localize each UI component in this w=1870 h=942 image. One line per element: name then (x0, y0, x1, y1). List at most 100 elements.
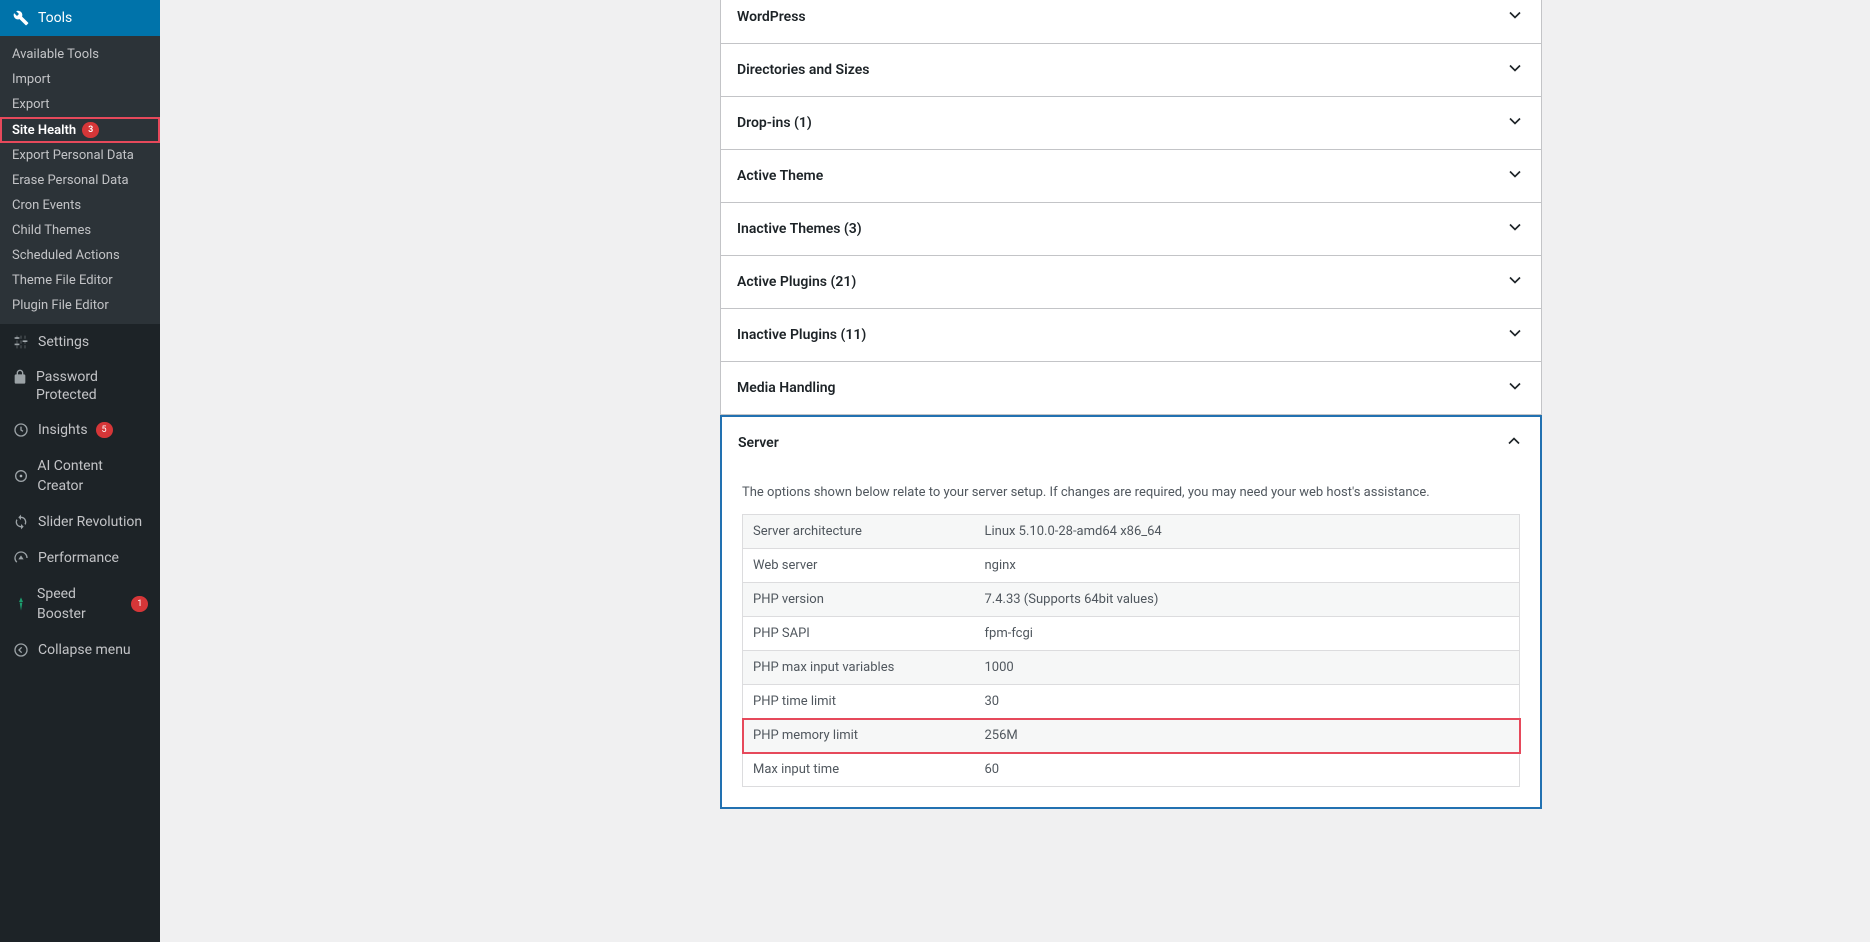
sidebar-item-plugin-editor[interactable]: Plugin File Editor (0, 293, 160, 318)
panel-body-server: The options shown below relate to your s… (722, 469, 1540, 807)
panel-toggle-dropins[interactable]: Drop-ins (1) (721, 97, 1541, 149)
table-row: PHP SAPI fpm-fcgi (743, 617, 1520, 651)
sidebar-item-theme-editor[interactable]: Theme File Editor (0, 268, 160, 293)
panel-toggle-directories[interactable]: Directories and Sizes (721, 44, 1541, 96)
table-row: PHP version 7.4.33 (Supports 64bit value… (743, 583, 1520, 617)
rocket-icon (12, 595, 29, 613)
sidebar-item-cron[interactable]: Cron Events (0, 193, 160, 218)
row-label: PHP memory limit (743, 719, 975, 753)
panel-inactive-themes: Inactive Themes (3) (720, 203, 1542, 256)
panel-active-theme: Active Theme (720, 150, 1542, 203)
sidebar-item-label: Collapse menu (38, 640, 131, 660)
row-label: Max input time (743, 753, 975, 787)
row-value: 1000 (975, 651, 1520, 685)
row-value: Linux 5.10.0-28-amd64 x86_64 (975, 515, 1520, 549)
row-value: nginx (975, 549, 1520, 583)
sidebar-item-export-personal[interactable]: Export Personal Data (0, 143, 160, 168)
panel-title: Server (738, 435, 779, 451)
target-icon (12, 467, 29, 485)
panel-toggle-inactive-plugins[interactable]: Inactive Plugins (11) (721, 309, 1541, 361)
panel-inactive-plugins: Inactive Plugins (11) (720, 309, 1542, 362)
panel-title: WordPress (737, 9, 806, 25)
chevron-down-icon (1505, 217, 1525, 241)
sidebar-item-label: Performance (38, 548, 119, 568)
wrench-icon (12, 9, 30, 27)
panel-media-handling: Media Handling (720, 362, 1542, 415)
panel-title: Inactive Themes (3) (737, 221, 862, 237)
panel-server: Server The options shown below relate to… (720, 415, 1542, 809)
chevron-down-icon (1505, 164, 1525, 188)
sidebar-item-label: Password Protected (36, 368, 148, 404)
sidebar-item-available-tools[interactable]: Available Tools (0, 42, 160, 67)
row-value: 30 (975, 685, 1520, 719)
table-row: PHP max input variables 1000 (743, 651, 1520, 685)
panel-title: Drop-ins (1) (737, 115, 812, 131)
sidebar-item-insights[interactable]: Insights 5 (0, 412, 160, 448)
sidebar-item-label: Slider Revolution (38, 512, 142, 532)
panel-active-plugins: Active Plugins (21) (720, 256, 1542, 309)
admin-sidebar: Tools Available Tools Import Export Site… (0, 0, 160, 942)
insights-icon (12, 421, 30, 439)
sidebar-item-label: Settings (38, 332, 89, 352)
chevron-down-icon (1505, 58, 1525, 82)
panel-title: Inactive Plugins (11) (737, 327, 866, 343)
sliders-icon (12, 333, 30, 351)
sidebar-item-tools[interactable]: Tools (0, 0, 160, 36)
panel-toggle-media[interactable]: Media Handling (721, 362, 1541, 414)
sidebar-item-speed-booster[interactable]: Speed Booster 1 (0, 576, 160, 632)
row-value: 256M (975, 719, 1520, 753)
main-content: WordPress Directories and Sizes Drop-ins… (160, 0, 1870, 942)
sidebar-item-ai-content[interactable]: AI Content Creator (0, 448, 160, 504)
panel-title: Active Theme (737, 168, 823, 184)
sidebar-item-site-health[interactable]: Site Health 3 (0, 117, 160, 143)
panel-toggle-server[interactable]: Server (722, 417, 1540, 469)
panel-toggle-inactive-themes[interactable]: Inactive Themes (3) (721, 203, 1541, 255)
sidebar-item-import[interactable]: Import (0, 67, 160, 92)
row-label: PHP version (743, 583, 975, 617)
count-badge: 3 (82, 122, 99, 138)
chevron-down-icon (1505, 5, 1525, 29)
row-label: Server architecture (743, 515, 975, 549)
sidebar-item-label: Insights (38, 420, 88, 440)
sidebar-item-scheduled[interactable]: Scheduled Actions (0, 243, 160, 268)
panel-toggle-active-plugins[interactable]: Active Plugins (21) (721, 256, 1541, 308)
sidebar-item-settings[interactable]: Settings (0, 324, 160, 360)
count-badge: 1 (131, 596, 148, 612)
panel-title: Active Plugins (21) (737, 274, 856, 290)
sidebar-item-label: Site Health (12, 123, 76, 138)
table-row: PHP time limit 30 (743, 685, 1520, 719)
panel-toggle-active-theme[interactable]: Active Theme (721, 150, 1541, 202)
row-label: Web server (743, 549, 975, 583)
gauge-icon (12, 549, 30, 567)
row-value: fpm-fcgi (975, 617, 1520, 651)
sidebar-item-slider-revolution[interactable]: Slider Revolution (0, 504, 160, 540)
panel-directories: Directories and Sizes (720, 44, 1542, 97)
panel-title: Media Handling (737, 380, 836, 396)
sidebar-item-erase-personal[interactable]: Erase Personal Data (0, 168, 160, 193)
sidebar-item-child-themes[interactable]: Child Themes (0, 218, 160, 243)
chevron-up-icon (1504, 431, 1524, 455)
row-value: 7.4.33 (Supports 64bit values) (975, 583, 1520, 617)
table-row-php-memory-limit: PHP memory limit 256M (743, 719, 1520, 753)
refresh-icon (12, 513, 30, 531)
table-row: Web server nginx (743, 549, 1520, 583)
collapse-icon (12, 641, 30, 659)
panel-description: The options shown below relate to your s… (742, 485, 1520, 500)
chevron-down-icon (1505, 323, 1525, 347)
sidebar-item-label: Speed Booster (37, 584, 123, 624)
chevron-down-icon (1505, 376, 1525, 400)
row-label: PHP SAPI (743, 617, 975, 651)
table-row: Server architecture Linux 5.10.0-28-amd6… (743, 515, 1520, 549)
site-health-info-panels: WordPress Directories and Sizes Drop-ins… (720, 0, 1542, 809)
panel-dropins: Drop-ins (1) (720, 97, 1542, 150)
panel-wordpress: WordPress (720, 0, 1542, 44)
panel-toggle-wordpress[interactable]: WordPress (721, 0, 1541, 43)
sidebar-item-label: AI Content Creator (37, 456, 148, 496)
sidebar-item-label: Tools (38, 8, 72, 28)
sidebar-item-export[interactable]: Export (0, 92, 160, 117)
table-row: Max input time 60 (743, 753, 1520, 787)
sidebar-item-collapse[interactable]: Collapse menu (0, 632, 160, 668)
chevron-down-icon (1505, 270, 1525, 294)
sidebar-item-performance[interactable]: Performance (0, 540, 160, 576)
sidebar-item-password-protected[interactable]: Password Protected (0, 360, 160, 412)
